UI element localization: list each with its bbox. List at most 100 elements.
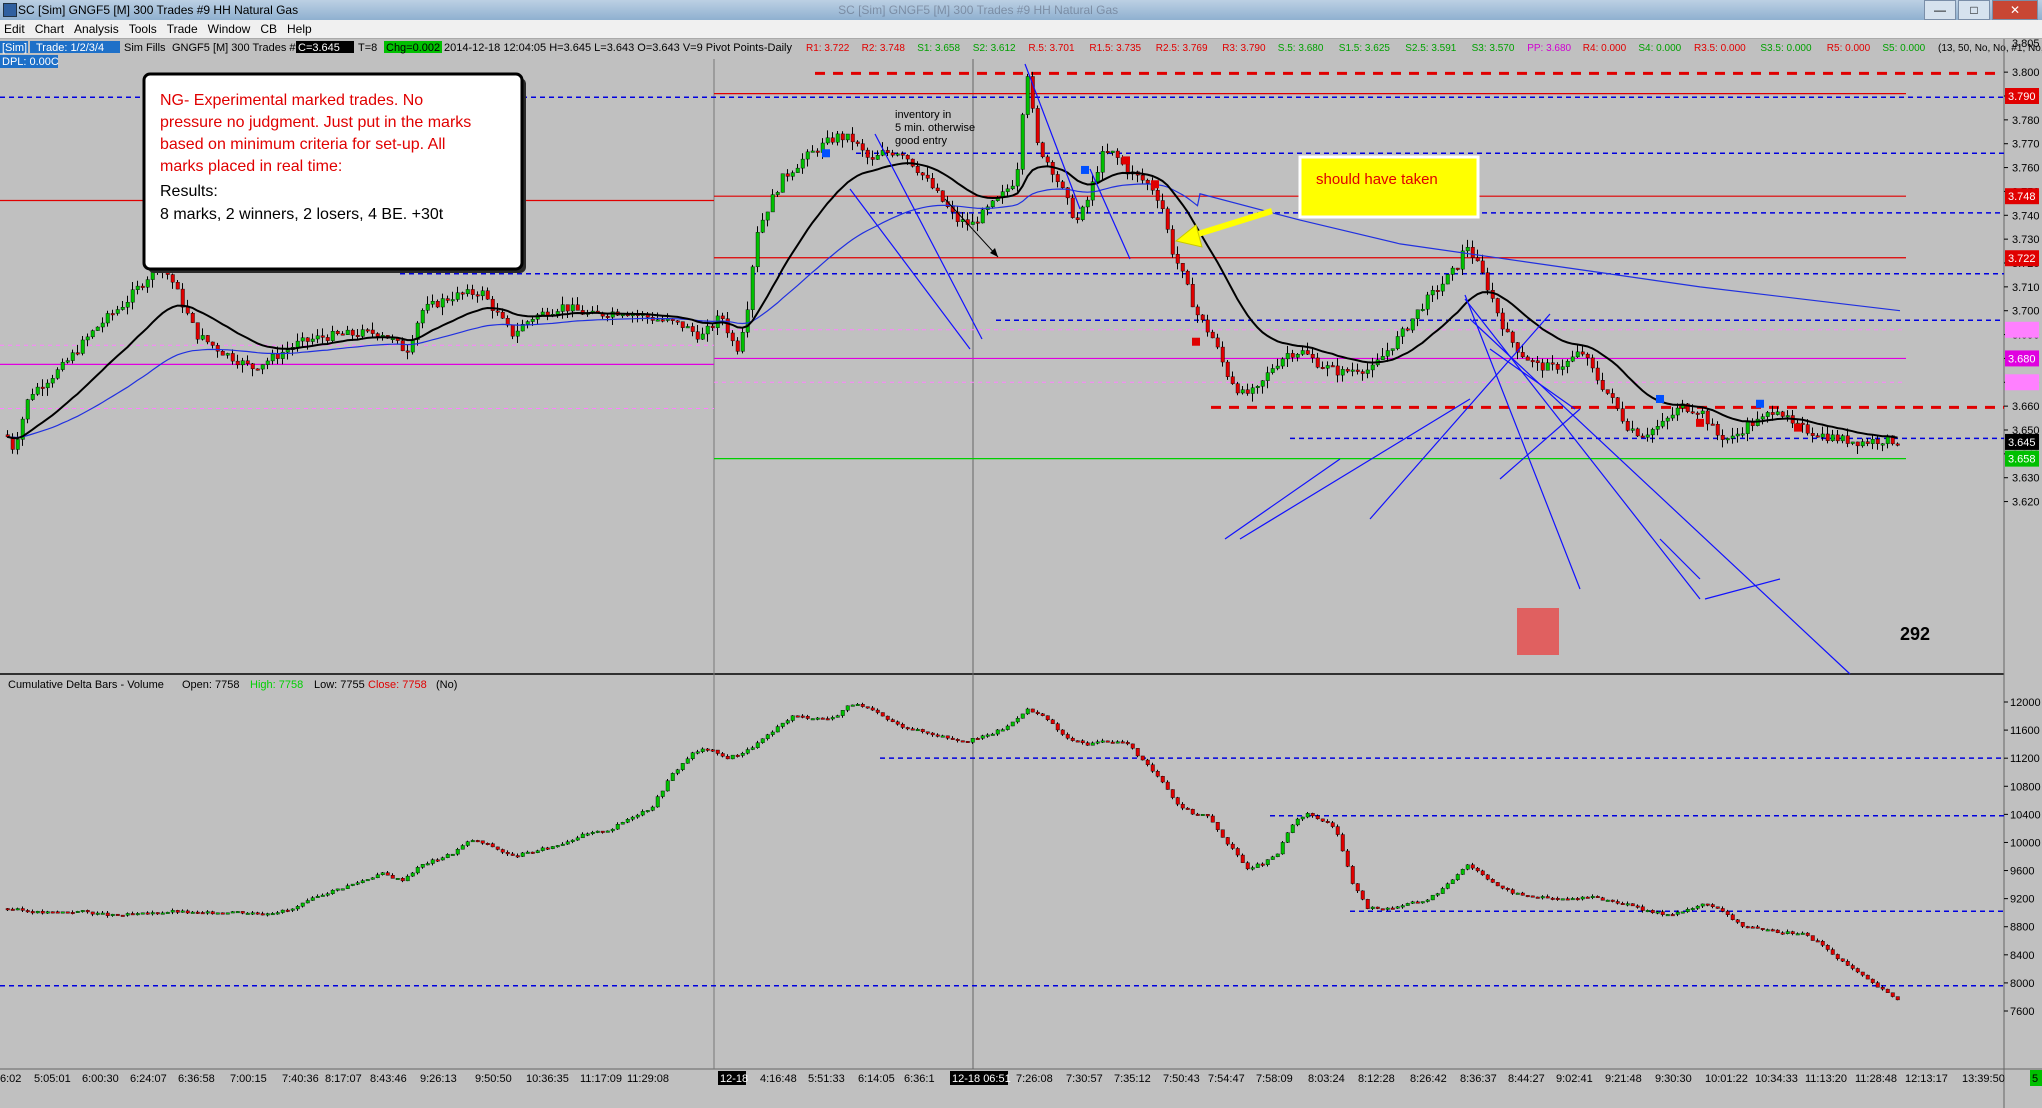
- price-candle: [1610, 393, 1615, 398]
- chart-canvas[interactable]: [Sim] Trade: 1/2/3/4 Sim Fills GNGF5 [M]…: [0, 39, 2042, 1108]
- menu-tools[interactable]: Tools: [129, 22, 157, 36]
- price-candle: [920, 172, 925, 176]
- minimize-icon[interactable]: —: [1924, 0, 1956, 20]
- delta-candle: [1260, 863, 1265, 866]
- delta-candle: [1705, 903, 1710, 906]
- delta-candle: [545, 847, 550, 850]
- menu-chart[interactable]: Chart: [35, 22, 64, 36]
- delta-candle: [15, 908, 20, 911]
- close-icon[interactable]: ✕: [1992, 0, 2038, 20]
- trade-marker[interactable]: [822, 149, 830, 158]
- menu-trade[interactable]: Trade: [167, 22, 198, 36]
- trade-marker[interactable]: [1756, 399, 1764, 408]
- price-candle: [205, 335, 210, 343]
- delta-candle: [795, 715, 800, 718]
- price-candle: [1005, 188, 1010, 192]
- price-candle: [690, 326, 695, 332]
- time-tick-label: 8:44:27: [1508, 1073, 1545, 1085]
- delta-candle: [915, 729, 920, 732]
- delta-candle: [970, 738, 975, 743]
- marked-zone-box[interactable]: [1517, 608, 1559, 655]
- price-candle: [1355, 369, 1360, 372]
- price-candle: [830, 137, 835, 143]
- price-candle: [1870, 439, 1875, 444]
- delta-candle: [1050, 719, 1055, 724]
- trade-marker[interactable]: [1794, 423, 1802, 432]
- time-axis[interactable]: 6:02 5:05:01 6:00:30 6:24:07 6:36:58 7:00:15 7…: [0, 1070, 2042, 1086]
- price-candle: [260, 364, 265, 370]
- delta-candle: [1635, 905, 1640, 908]
- trade-marker[interactable]: [1122, 156, 1130, 165]
- pivot-legend-item: R3.5: 0.000: [1694, 43, 1746, 54]
- delta-candle: [485, 843, 490, 845]
- window-title: SC [Sim] GNGF5 [M] 300 Trades #9 HH Natu…: [18, 3, 299, 17]
- price-tag-label: 3.680: [2008, 353, 2036, 365]
- note-line-4: marks placed in real time:: [160, 158, 342, 175]
- note-box[interactable]: NG- Experimental marked trades. No press…: [142, 72, 526, 273]
- delta-candle: [1415, 901, 1420, 904]
- price-candle: [525, 321, 530, 325]
- delta-candle: [225, 912, 230, 915]
- price-candle: [1100, 151, 1105, 173]
- price-candle: [310, 338, 315, 342]
- delta-candle: [145, 912, 150, 915]
- note-results: 8 marks, 2 winners, 2 losers, 4 BE. +30t: [160, 206, 444, 223]
- price-candle: [110, 313, 115, 316]
- delta-candle: [1620, 903, 1625, 906]
- trade-marker[interactable]: [1192, 337, 1200, 346]
- price-candle: [1300, 350, 1305, 355]
- delta-candle: [185, 910, 190, 914]
- price-tag-label: 3.658: [2008, 454, 2036, 466]
- price-candle: [1395, 336, 1400, 349]
- price-candle: [1215, 337, 1220, 348]
- delta-candle: [1770, 929, 1775, 932]
- menu-help[interactable]: Help: [287, 22, 312, 36]
- delta-candle: [940, 735, 945, 738]
- price-candle: [940, 190, 945, 202]
- menu-analysis[interactable]: Analysis: [74, 22, 119, 36]
- menu-edit[interactable]: Edit: [4, 22, 25, 36]
- delta-candle: [375, 874, 380, 879]
- delta-candle: [750, 747, 755, 750]
- price-candle: [1015, 169, 1020, 187]
- delta-candle: [745, 749, 750, 754]
- delta-candle: [540, 847, 545, 851]
- price-candle: [755, 232, 760, 268]
- delta-candle: [1275, 853, 1280, 858]
- price-candle: [1500, 312, 1505, 330]
- window-title-bar: SC [Sim] GNGF5 [M] 300 Trades #9 HH Natu…: [0, 0, 2042, 20]
- menu-cb[interactable]: CB: [260, 22, 277, 36]
- menu-bar: Edit Chart Analysis Tools Trade Window C…: [0, 20, 2042, 39]
- price-candle: [1055, 174, 1060, 183]
- maximize-icon[interactable]: □: [1958, 0, 1990, 20]
- note-results-label: Results:: [160, 183, 218, 200]
- delta-candle: [1490, 879, 1495, 883]
- price-candle: [810, 150, 815, 153]
- price-tick-label: 3.620: [2012, 497, 2040, 509]
- delta-candle: [360, 880, 365, 883]
- delta-candle: [60, 911, 65, 914]
- trade-marker[interactable]: [1656, 394, 1664, 403]
- delta-candle: [820, 717, 825, 720]
- price-candle: [40, 386, 45, 389]
- trade-marker[interactable]: [1696, 418, 1704, 427]
- price-candle: [100, 322, 105, 328]
- price-candle: [785, 173, 790, 177]
- price-candle: [1430, 290, 1435, 296]
- delta-candle: [725, 755, 730, 760]
- delta-tick-label: 11600: [2010, 725, 2040, 737]
- delta-candle: [690, 752, 695, 759]
- time-tick-label: 12:13:17: [1905, 1073, 1948, 1085]
- trade-marker[interactable]: [1081, 165, 1089, 174]
- delta-candle: [1695, 905, 1700, 909]
- price-candle: [680, 321, 685, 328]
- price-candle: [1085, 199, 1090, 208]
- delta-candle: [960, 740, 965, 743]
- trade-marker[interactable]: [1151, 180, 1159, 189]
- delta-candle: [1805, 932, 1810, 936]
- price-candle: [300, 337, 305, 342]
- price-candle: [465, 289, 470, 295]
- delta-candle: [160, 912, 165, 915]
- delta-candle: [850, 704, 855, 707]
- menu-window[interactable]: Window: [208, 22, 251, 36]
